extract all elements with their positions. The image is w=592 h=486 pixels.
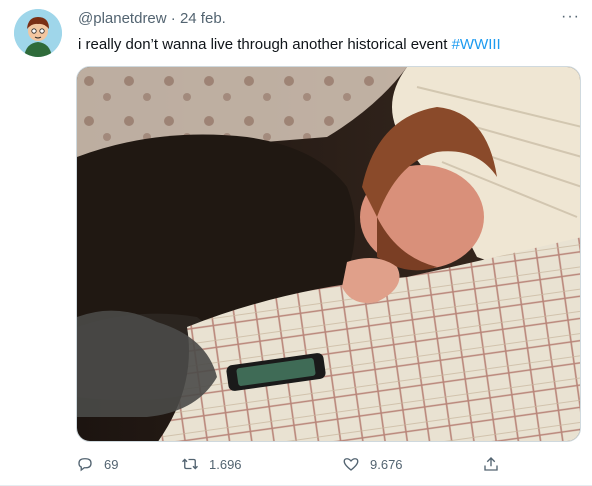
- separator: ·: [170, 10, 176, 27]
- like-button[interactable]: 9.676: [342, 455, 403, 473]
- avatar[interactable]: [14, 9, 62, 57]
- reply-button[interactable]: 69: [76, 455, 118, 473]
- tweet-image[interactable]: [76, 66, 581, 442]
- retweet-icon: [182, 458, 198, 470]
- tweet-header: @planetdrew · 24 feb.: [78, 10, 226, 27]
- tweet-card[interactable]: @planetdrew · 24 feb. ··· i really don’t…: [0, 0, 592, 486]
- reply-count: 69: [104, 456, 119, 472]
- tweet-text: i really don’t wanna live through anothe…: [78, 36, 501, 53]
- tweet-date[interactable]: 24 feb.: [180, 10, 226, 27]
- user-handle[interactable]: @planetdrew: [78, 10, 167, 27]
- hashtag-link[interactable]: #WWIII: [452, 36, 501, 53]
- retweet-button[interactable]: 1.696: [181, 455, 242, 473]
- tweet-actions: 69 1.696 9.676: [76, 455, 581, 477]
- like-count: 9.676: [370, 456, 403, 472]
- retweet-count: 1.696: [209, 456, 242, 472]
- more-dots-icon[interactable]: ···: [561, 8, 580, 26]
- reply-icon: [78, 458, 92, 472]
- tweet-body: i really don’t wanna live through anothe…: [78, 36, 452, 53]
- share-button[interactable]: [482, 455, 510, 473]
- share-icon: [484, 457, 498, 471]
- like-icon: [343, 458, 359, 471]
